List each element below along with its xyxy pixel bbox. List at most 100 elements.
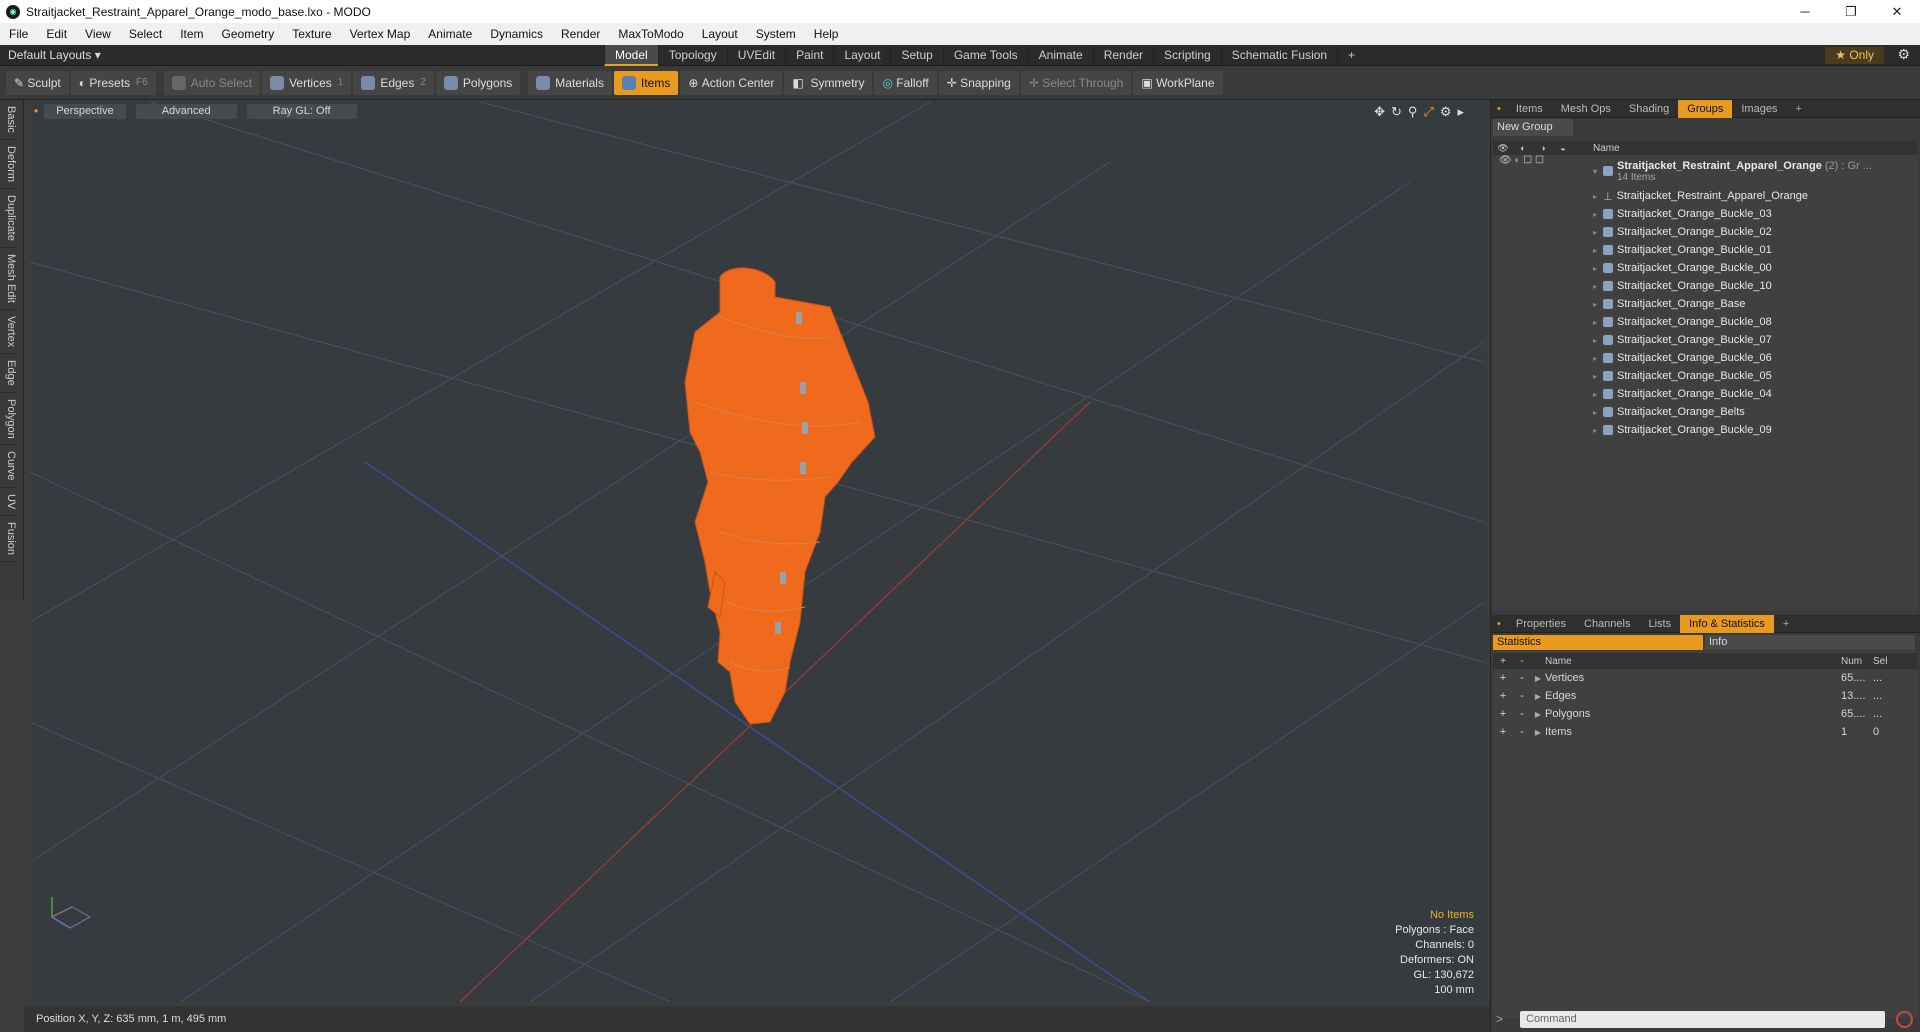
lock-column-icon[interactable]: ◑ [1533, 143, 1553, 154]
tab-topology[interactable]: Topology [657, 45, 727, 66]
left-tab-edge[interactable]: Edge [0, 354, 17, 393]
command-input[interactable]: Command [1520, 1011, 1885, 1028]
menu-dynamics[interactable]: Dynamics [481, 27, 552, 41]
rotate-view-icon[interactable]: ↻ [1391, 104, 1402, 120]
list-item[interactable]: ▸ Straitjacket_Orange_Buckle_09 [1493, 421, 1917, 439]
left-tab-curve[interactable]: Curve [0, 445, 17, 488]
materials-button[interactable]: Materials [528, 70, 612, 95]
left-tab-vertex[interactable]: Vertex [0, 310, 17, 354]
left-tab-uv[interactable]: UV [0, 488, 17, 517]
list-item[interactable]: ▸ Straitjacket_Orange_Buckle_02 [1493, 223, 1917, 241]
zoom-view-icon[interactable]: ⚲ [1408, 104, 1418, 120]
select-through-button[interactable]: ✛ Select Through [1020, 70, 1132, 95]
new-group-button[interactable]: New Group [1493, 119, 1573, 136]
presets-button[interactable]: ◐ Presets F6 [70, 70, 156, 95]
tab-properties[interactable]: Properties [1507, 615, 1575, 633]
menu-file[interactable]: File [0, 27, 37, 41]
auto-select-button[interactable]: Auto Select [163, 70, 261, 95]
tab-images[interactable]: Images [1732, 100, 1786, 118]
viewport-menu-dot[interactable]: • [34, 104, 38, 118]
left-tab-fusion[interactable]: Fusion [0, 516, 17, 563]
remove-icon[interactable]: - [1513, 690, 1531, 702]
add-icon[interactable]: + [1493, 726, 1513, 738]
snapping-button[interactable]: ✛ Snapping [938, 70, 1019, 95]
menu-geometry[interactable]: Geometry [213, 27, 284, 41]
menu-item[interactable]: Item [171, 27, 212, 41]
expand-all-icon[interactable]: + [1493, 656, 1513, 667]
name-column-header[interactable]: Name [1593, 143, 1620, 154]
add-icon[interactable]: + [1493, 690, 1513, 702]
table-row[interactable]: + - ▶ Vertices 65....... [1493, 669, 1917, 687]
list-item[interactable]: ▸ Straitjacket_Orange_Belts [1493, 403, 1917, 421]
add-panel-tab-button[interactable]: + [1786, 100, 1810, 118]
remove-icon[interactable]: - [1513, 708, 1531, 720]
maximize-button[interactable]: ❐ [1828, 0, 1874, 23]
falloff-button[interactable]: ◎ Falloff [874, 70, 937, 95]
workplane-button[interactable]: ▣ WorkPlane [1133, 70, 1223, 95]
table-row[interactable]: + - ▶ Edges 13....... [1493, 687, 1917, 705]
viewport-settings-icon[interactable]: ⚙ [1440, 104, 1452, 120]
menu-vertex-map[interactable]: Vertex Map [341, 27, 420, 41]
tab-layout[interactable]: Layout [833, 45, 890, 66]
tab-setup[interactable]: Setup [890, 45, 942, 66]
symmetry-button[interactable]: ◧ Symmetry [784, 70, 873, 95]
collapse-arrow-icon[interactable]: ▾ [1593, 167, 1603, 176]
remove-icon[interactable]: - [1513, 672, 1531, 684]
list-item[interactable]: ▸ Straitjacket_Orange_Buckle_04 [1493, 385, 1917, 403]
tab-animate[interactable]: Animate [1027, 45, 1093, 66]
list-item[interactable]: ▸ Straitjacket_Orange_Buckle_01 [1493, 241, 1917, 259]
select-column-icon[interactable]: ◒ [1553, 143, 1573, 154]
record-icon[interactable] [1896, 1011, 1913, 1028]
straitjacket-model[interactable] [684, 267, 876, 725]
items-button[interactable]: Items [613, 70, 679, 95]
visibility-column-icon[interactable]: 👁 [1493, 143, 1513, 154]
sculpt-button[interactable]: ✎ Sculpt [6, 70, 69, 95]
list-item[interactable]: ▸ Straitjacket_Orange_Base [1493, 295, 1917, 313]
list-item[interactable]: ▸ Straitjacket_Orange_Buckle_03 [1493, 205, 1917, 223]
only-toggle[interactable]: ★ Only [1825, 47, 1884, 64]
add-icon[interactable]: + [1493, 672, 1513, 684]
fit-view-icon[interactable]: ⤢ [1423, 104, 1433, 120]
tab-shading[interactable]: Shading [1620, 100, 1678, 118]
tab-channels[interactable]: Channels [1575, 615, 1639, 633]
action-center-button[interactable]: ⊕ Action Center [680, 70, 783, 95]
left-tab-duplicate[interactable]: Duplicate [0, 189, 17, 248]
tab-paint[interactable]: Paint [785, 45, 833, 66]
list-item[interactable]: ▸ Straitjacket_Orange_Buckle_06 [1493, 349, 1917, 367]
panel-menu-dot[interactable]: • [1491, 100, 1507, 118]
group-toggles[interactable]: 👁 ◐ ☐ ☐ [1493, 155, 1593, 187]
list-item[interactable]: ▸ ⊥ Straitjacket_Restraint_Apparel_Orange [1493, 187, 1917, 205]
list-item[interactable]: ▸ Straitjacket_Orange_Buckle_00 [1493, 259, 1917, 277]
tab-schematic-fusion[interactable]: Schematic Fusion [1220, 45, 1337, 66]
left-tab-deform[interactable]: Deform [0, 140, 17, 189]
render-column-icon[interactable]: ◐ [1513, 143, 1533, 154]
expand-arrow-icon[interactable]: ▶ [1531, 710, 1545, 719]
tab-scripting[interactable]: Scripting [1153, 45, 1221, 66]
tab-game-tools[interactable]: Game Tools [942, 45, 1028, 66]
add-panel-tab-button[interactable]: + [1774, 615, 1798, 633]
expand-arrow-icon[interactable]: ▶ [1531, 728, 1545, 737]
expand-arrow-icon[interactable]: ▶ [1531, 674, 1545, 683]
tab-render[interactable]: Render [1092, 45, 1153, 66]
add-tab-button[interactable]: + [1337, 45, 1365, 66]
menu-system[interactable]: System [747, 27, 805, 41]
list-item[interactable]: ▸ Straitjacket_Orange_Buckle_05 [1493, 367, 1917, 385]
tab-info-statistics[interactable]: Info & Statistics [1680, 614, 1774, 633]
left-tab-basic[interactable]: Basic [0, 100, 17, 140]
tab-items[interactable]: Items [1507, 100, 1552, 118]
menu-view[interactable]: View [76, 27, 120, 41]
default-layouts-dropdown[interactable]: Default Layouts ▾ [8, 48, 101, 62]
close-button[interactable]: ✕ [1874, 0, 1920, 23]
menu-maxtomodo[interactable]: MaxToModo [609, 27, 692, 41]
list-item[interactable]: ▸ Straitjacket_Orange_Buckle_07 [1493, 331, 1917, 349]
menu-select[interactable]: Select [120, 27, 171, 41]
list-item[interactable]: ▸ Straitjacket_Orange_Buckle_08 [1493, 313, 1917, 331]
tab-groups[interactable]: Groups [1678, 99, 1733, 118]
menu-layout[interactable]: Layout [693, 27, 747, 41]
add-icon[interactable]: + [1493, 708, 1513, 720]
perspective-dropdown[interactable]: Perspective [44, 103, 126, 119]
left-tab-polygon[interactable]: Polygon [0, 393, 17, 446]
tab-uvedit[interactable]: UVEdit [726, 45, 785, 66]
minimize-button[interactable]: ─ [1782, 0, 1828, 23]
group-row[interactable]: 👁 ◐ ☐ ☐ ▾ Straitjacket_Restraint_Apparel… [1493, 155, 1917, 187]
